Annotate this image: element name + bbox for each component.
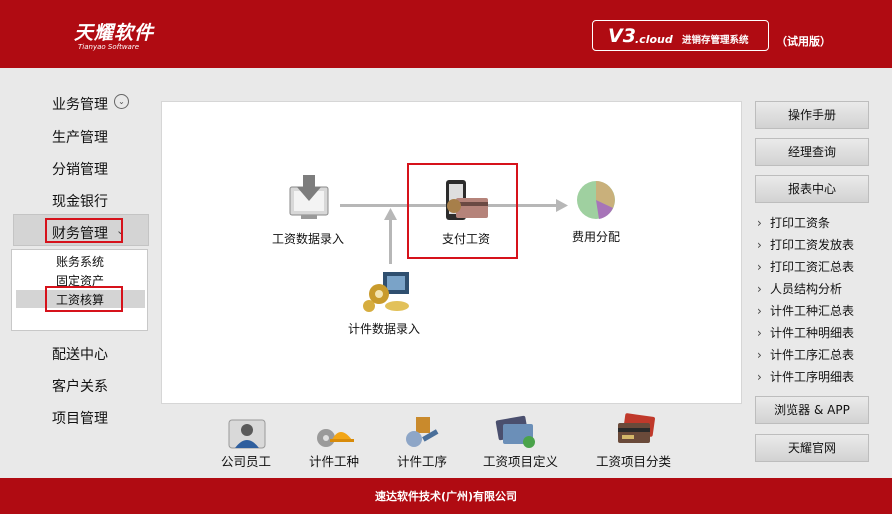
logo-cn: 天耀软件 [74,22,155,44]
arrow-right-icon [556,199,568,212]
report-link-print-payslip[interactable]: › 打印工资条 [757,214,830,231]
version-main: V3 [608,25,636,47]
report-link-label: 计件工序明细表 [770,370,855,384]
employee-icon[interactable] [227,418,267,450]
arrow-up-icon [384,208,397,220]
version-cloud: .cloud [635,33,673,46]
chevron-right-icon: › [757,348,762,362]
bottom-piecework-type[interactable]: 计件工种 [309,451,359,470]
report-link-print-payout[interactable]: › 打印工资发放表 [757,236,854,253]
report-link-label: 计件工种汇总表 [770,304,855,318]
menu-cash-bank[interactable]: 现金银行 [52,191,108,211]
chevron-right-icon: › [757,282,762,296]
version-box: V3 .cloud 进销存管理系统 [592,20,769,51]
report-link-type-summary[interactable]: › 计件工种汇总表 [757,302,854,319]
menu-distribution[interactable]: 分销管理 [52,159,108,179]
report-link-type-detail[interactable]: › 计件工种明细表 [757,324,854,341]
manager-query-button[interactable]: 经理查询 [755,138,869,166]
chevron-right-icon: › [757,370,762,384]
footer: 速达软件技术(广州)有限公司 [0,478,892,514]
cards-stack-icon[interactable] [614,413,658,449]
monitor-download-icon[interactable] [287,173,331,223]
chevron-right-icon: › [757,326,762,340]
chevron-right-icon: › [757,304,762,318]
report-link-process-summary[interactable]: › 计件工序汇总表 [757,346,854,363]
manual-button[interactable]: 操作手册 [755,101,869,129]
menu-project[interactable]: 项目管理 [52,408,108,428]
bottom-salary-item-define[interactable]: 工资项目定义 [483,451,558,470]
node-salary-entry[interactable]: 工资数据录入 [272,230,344,247]
highlight-payroll [45,286,123,312]
menu-crm[interactable]: 客户关系 [52,376,108,396]
report-center-button[interactable]: 报表中心 [755,175,869,203]
system-name: 进销存管理系统 [682,35,749,46]
report-link-label: 打印工资发放表 [770,238,855,252]
node-piecework-entry[interactable]: 计件数据录入 [348,320,420,337]
chevron-right-icon: › [757,238,762,252]
report-link-label: 人员结构分析 [770,282,843,296]
menu-production[interactable]: 生产管理 [52,127,108,147]
report-link-label: 打印工资汇总表 [770,260,855,274]
helmet-gear-icon[interactable] [314,418,354,450]
bottom-company-staff[interactable]: 公司员工 [221,451,271,470]
pie-chart-icon[interactable] [575,179,617,221]
footer-company: 速达软件技术(广州)有限公司 [374,490,518,503]
highlight-pay-salary [407,163,518,259]
highlight-finance [45,218,123,243]
report-link-process-detail[interactable]: › 计件工序明细表 [757,368,854,385]
report-link-label: 计件工种明细表 [770,326,855,340]
chevron-right-icon: › [757,260,762,274]
double-chevron-down-icon[interactable]: ⌄ [114,94,129,109]
node-expense-allocation[interactable]: 费用分配 [572,228,620,245]
report-link-print-summary[interactable]: › 打印工资汇总表 [757,258,854,275]
chevron-right-icon: › [757,216,762,230]
browser-app-button[interactable]: 浏览器 & APP [755,396,869,424]
menu-delivery[interactable]: 配送中心 [52,344,108,364]
top-header: 天耀软件 Tianyao Software V3 .cloud 进销存管理系统 … [0,0,892,68]
bottom-piecework-process[interactable]: 计件工序 [397,451,447,470]
report-link-staff-structure[interactable]: › 人员结构分析 [757,280,842,297]
bottom-salary-item-category[interactable]: 工资项目分类 [596,451,671,470]
cards-gear-icon[interactable] [493,414,539,450]
tools-icon[interactable] [400,415,440,449]
edition-label: （试用版） [776,35,831,48]
official-site-button[interactable]: 天耀官网 [755,434,869,462]
brand-logo: 天耀软件 Tianyao Software [74,18,154,51]
submenu-accounting[interactable]: 账务系统 [56,253,104,270]
flow-up-line [389,218,392,264]
report-link-label: 计件工序汇总表 [770,348,855,362]
gears-coins-icon[interactable] [363,268,413,314]
report-link-label: 打印工资条 [770,216,831,230]
menu-business[interactable]: 业务管理 [52,94,108,114]
